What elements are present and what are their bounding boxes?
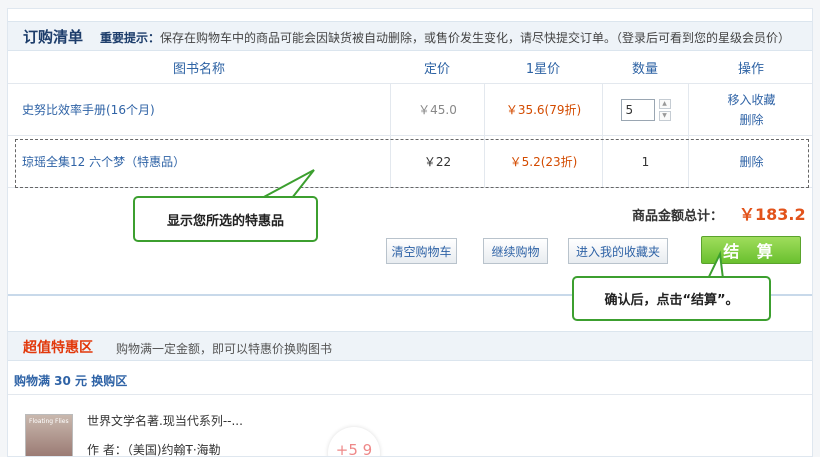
total-label: 商品金额总计：	[632, 209, 724, 224]
callout-special-item: 显示您所选的特惠品	[133, 196, 318, 242]
exchange-zone-title: 购物满 30 元 换购区	[14, 374, 128, 388]
list-price: ￥45.0	[390, 84, 484, 135]
cart-header: 订购清单 重要提示：保存在购物车中的商品可能会因缺货被自动删除，或售价发生变化，…	[8, 21, 812, 51]
thumbnail-caption: Floating Flies	[29, 418, 69, 425]
col-price: 定价	[423, 62, 450, 77]
move-to-favorites-link[interactable]: 移入收藏	[727, 90, 775, 110]
total-value: ￥183.2	[739, 205, 806, 224]
table-row: 史努比效率手册(16个月) ￥45.0 ￥35.6(79折) 5 ▲ ▼ 移入收…	[8, 84, 812, 136]
continue-shopping-button[interactable]: 继续购物	[483, 238, 548, 264]
checkout-button[interactable]: 结 算	[701, 236, 801, 264]
cart-page: 订购清单 重要提示：保存在购物车中的商品可能会因缺货被自动删除，或售价发生变化，…	[7, 8, 813, 457]
col-book-name: 图书名称	[172, 62, 225, 77]
product-author: 作 者：（美国)约翰Ŧ·海勒	[87, 443, 221, 457]
cart-title: 订购清单	[23, 28, 84, 46]
quantity-input[interactable]: 5	[620, 98, 655, 121]
product-thumbnail[interactable]: Floating Flies	[25, 414, 73, 456]
callout-checkout: 确认后，点击“结算”。	[572, 276, 771, 321]
increase-arrow-icon[interactable]: ▲	[658, 98, 671, 109]
notice-text: 保存在购物车中的商品可能会因缺货被自动删除，或售价发生变化，请尽快提交订单。（登…	[160, 31, 791, 45]
bonus-header: 超值特惠区 购物满一定金额，即可以特惠价换购图书	[8, 331, 812, 361]
decrease-arrow-icon[interactable]: ▼	[658, 110, 671, 121]
cart-notice: 重要提示：保存在购物车中的商品可能会因缺货被自动删除，或售价发生变化，请尽快提交…	[100, 29, 790, 46]
clear-cart-button[interactable]: 清空购物车	[386, 238, 457, 264]
book-name-link[interactable]: 史努比效率手册(16个月)	[8, 84, 390, 135]
favorites-button[interactable]: 进入我的收藏夹	[568, 238, 668, 264]
actions-cell: 移入收藏 删除	[688, 84, 812, 135]
bonus-description: 购物满一定金额，即可以特惠价换购图书	[116, 342, 333, 356]
col-actions: 操作	[737, 62, 764, 77]
watermark-badge: +5 9	[328, 427, 380, 456]
bonus-title: 超值特惠区	[23, 340, 93, 356]
quantity-cell: 5 ▲ ▼	[602, 84, 688, 135]
zone-divider	[8, 394, 812, 395]
product-title-link[interactable]: 世界文学名著.现当代系列--...	[87, 412, 243, 429]
col-quantity: 数量	[631, 62, 658, 77]
notice-label: 重要提示：	[100, 31, 161, 45]
special-item-highlight	[15, 139, 809, 188]
member-price: ￥35.6(79折)	[484, 84, 602, 135]
col-member-price: 1星价	[525, 62, 561, 77]
table-header: 图书名称 定价 1星价 数量 操作	[8, 52, 812, 84]
quantity-stepper: ▲ ▼	[658, 98, 671, 122]
delete-link[interactable]: 删除	[739, 110, 763, 130]
